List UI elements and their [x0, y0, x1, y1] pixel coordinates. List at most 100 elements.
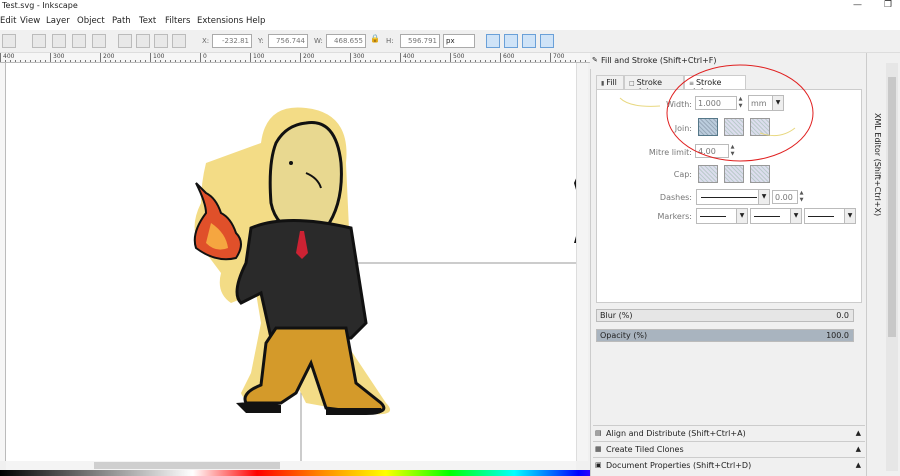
- scale-stroke-icon[interactable]: [486, 34, 500, 48]
- ruler-tick: [550, 53, 551, 62]
- ruler-tick: [250, 53, 251, 62]
- menu-path[interactable]: Path: [112, 16, 131, 26]
- menu-edit[interactable]: Edit: [0, 16, 16, 26]
- canvas-vertical-scrollbar[interactable]: [576, 63, 588, 461]
- opacity-slider[interactable]: Opacity (%) 100.0: [596, 329, 854, 342]
- menu-filters[interactable]: Filters: [165, 16, 190, 26]
- unit-select[interactable]: px: [443, 34, 475, 48]
- h-input[interactable]: 596.791: [400, 34, 440, 48]
- xml-editor-tab[interactable]: XML Editor (Shift+Ctrl+X): [873, 113, 882, 216]
- chevron-up-icon: ▲: [855, 429, 861, 437]
- dashes-select[interactable]: ▼: [696, 189, 770, 205]
- pencil-icon: ✎: [592, 56, 598, 64]
- dock-item-align-distribute[interactable]: ▤ Align and Distribute (Shift+Ctrl+A) ▲: [593, 425, 865, 440]
- transform-patterns-icon[interactable]: [540, 34, 554, 48]
- y-label: Y:: [258, 37, 264, 45]
- blur-label: Blur (%): [600, 311, 633, 320]
- maximize-button[interactable]: ❐: [884, 0, 892, 10]
- tool-controls-bar: X: -232.81 Y: 756.744 W: 468.655 🔒 H: 59…: [0, 30, 900, 53]
- raise-icon[interactable]: [136, 34, 150, 48]
- blur-value: 0.0: [836, 311, 849, 320]
- marker-line: [808, 216, 834, 217]
- ruler-tick: [350, 53, 351, 62]
- ruler-label: 0: [203, 53, 207, 60]
- lower-to-bottom-icon[interactable]: [172, 34, 186, 48]
- menu-layer[interactable]: Layer: [46, 16, 70, 26]
- lower-icon[interactable]: [154, 34, 168, 48]
- canvas-horizontal-scrollbar[interactable]: [6, 461, 576, 470]
- chevron-down-icon: ▼: [844, 209, 855, 223]
- chevron-up-icon: ▲: [855, 461, 861, 469]
- ruler-label: 100: [253, 53, 265, 60]
- select-all-icon[interactable]: [2, 34, 16, 48]
- dashes-label: Dashes:: [659, 193, 692, 202]
- rotate-cw-icon[interactable]: [52, 34, 66, 48]
- raise-to-top-icon[interactable]: [118, 34, 132, 48]
- window-title: Test.svg - Inkscape: [2, 1, 78, 10]
- ruler-tick: [300, 53, 301, 62]
- dock-item-tiled-clones[interactable]: ▦ Create Tiled Clones ▲: [593, 441, 865, 456]
- menu-object[interactable]: Object: [77, 16, 105, 26]
- chevron-down-icon: ▼: [736, 209, 747, 223]
- ruler-tick: [100, 53, 101, 62]
- title-bar: Test.svg - Inkscape — ❐: [0, 0, 900, 14]
- dock-scrollbar-thumb[interactable]: [888, 77, 896, 337]
- ruler-label: 400: [3, 53, 15, 60]
- ruler-label: 300: [353, 53, 365, 60]
- dash-offset-spinner[interactable]: ▲ ▼: [798, 190, 805, 204]
- ruler-tick: [0, 53, 1, 62]
- dock-scrollbar[interactable]: [886, 63, 898, 471]
- start-marker-select[interactable]: ▼: [696, 208, 748, 224]
- ruler-tick: [450, 53, 451, 62]
- flip-vertical-icon[interactable]: [92, 34, 106, 48]
- marker-line: [754, 216, 780, 217]
- canvas-drawing: [193, 107, 586, 461]
- blur-slider[interactable]: Blur (%) 0.0: [596, 309, 854, 322]
- lock-icon[interactable]: 🔒: [370, 34, 382, 48]
- ruler-label: 300: [53, 53, 65, 60]
- ruler-label: 700: [553, 53, 565, 60]
- document-icon: ▣: [595, 461, 602, 469]
- clones-icon: ▦: [595, 445, 602, 453]
- y-input[interactable]: 756.744: [268, 34, 308, 48]
- ruler-tick: [500, 53, 501, 62]
- w-label: W:: [314, 37, 323, 45]
- scrollbar-thumb[interactable]: [94, 462, 280, 469]
- menu-view[interactable]: View: [20, 16, 40, 26]
- align-icon: ▤: [595, 429, 602, 437]
- minimize-button[interactable]: —: [853, 0, 862, 10]
- ruler-tick: [200, 53, 201, 62]
- opacity-value: 100.0: [826, 331, 849, 340]
- chevron-down-icon: ▼: [790, 209, 801, 223]
- mid-marker-select[interactable]: ▼: [750, 208, 802, 224]
- x-input[interactable]: -232.81: [212, 34, 252, 48]
- drawing-canvas[interactable]: [6, 63, 586, 461]
- ruler-label: 400: [403, 53, 415, 60]
- flip-horizontal-icon[interactable]: [72, 34, 86, 48]
- ruler-tick: [50, 53, 51, 62]
- end-marker-select[interactable]: ▼: [804, 208, 856, 224]
- chevron-up-icon: ▲: [855, 445, 861, 453]
- w-input[interactable]: 468.655: [326, 34, 366, 48]
- ruler-tick: [400, 53, 401, 62]
- h-label: H:: [386, 37, 394, 45]
- ruler-label: 200: [303, 53, 315, 60]
- menu-text[interactable]: Text: [139, 16, 156, 26]
- ruler-label: 500: [453, 53, 465, 60]
- dock-item-document-properties[interactable]: ▣ Document Properties (Shift+Ctrl+D) ▲: [593, 457, 865, 472]
- horizontal-ruler: 4003002001000100200300400500600700800900…: [0, 53, 590, 63]
- menu-help[interactable]: Help: [246, 16, 265, 26]
- opacity-label: Opacity (%): [600, 331, 648, 340]
- ruler-label: 200: [103, 53, 115, 60]
- dock-item-label: Align and Distribute (Shift+Ctrl+A): [606, 429, 746, 438]
- rotate-ccw-icon[interactable]: [32, 34, 46, 48]
- red-annotation-circle: [619, 64, 814, 162]
- dock-item-label: Document Properties (Shift+Ctrl+D): [606, 461, 752, 470]
- transform-gradients-icon[interactable]: [522, 34, 536, 48]
- cap-label: Cap:: [673, 170, 692, 179]
- menu-extensions[interactable]: Extensions: [197, 16, 243, 26]
- dash-offset-input[interactable]: 0.00: [772, 190, 798, 204]
- dash-pattern: [701, 197, 757, 198]
- scale-radii-icon[interactable]: [504, 34, 518, 48]
- character-illustration: [193, 107, 391, 415]
